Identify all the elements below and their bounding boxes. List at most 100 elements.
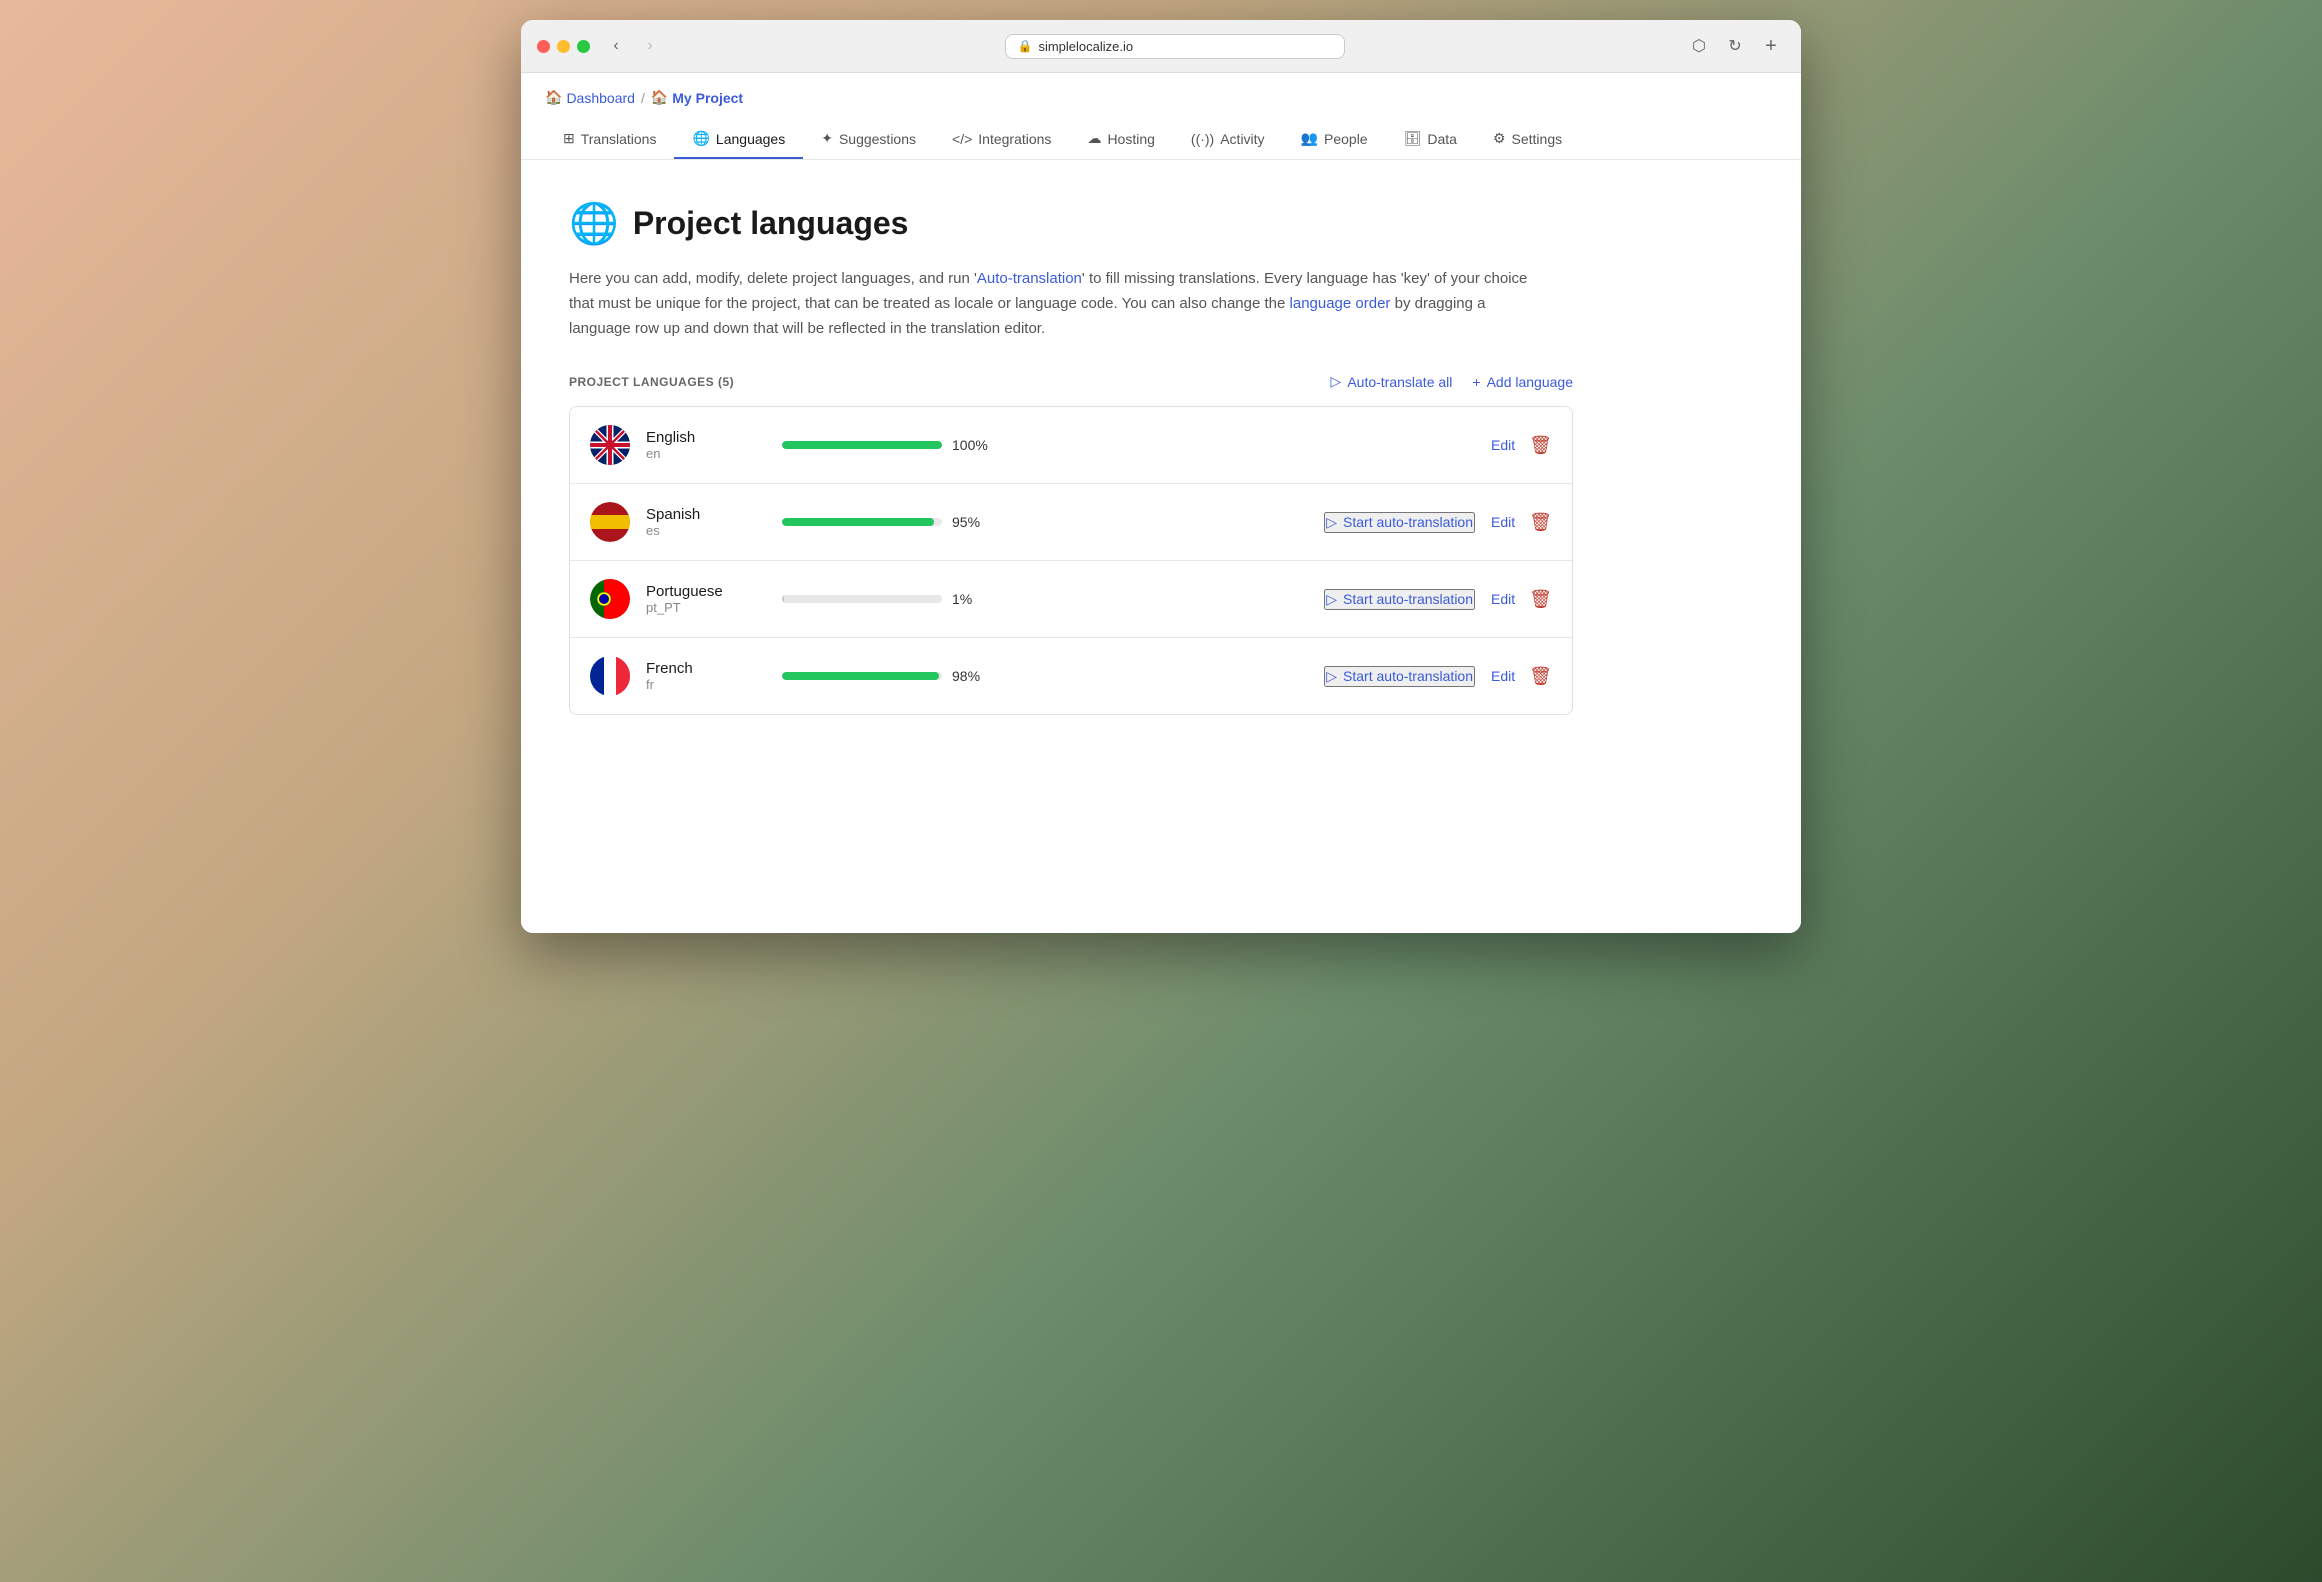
- auto-translate-all-label: Auto-translate all: [1347, 374, 1452, 390]
- progress-area-pt: 1%: [782, 591, 1288, 607]
- section-actions: ▷ Auto-translate all + Add language: [1331, 373, 1573, 390]
- language-code-pt: pt_PT: [646, 600, 766, 615]
- auto-translate-label-es: Start auto-translation: [1343, 514, 1473, 530]
- tab-languages-label: Languages: [716, 131, 785, 147]
- url-bar[interactable]: 🔒 simplelocalize.io: [1005, 34, 1345, 59]
- play-icon: ▷: [1331, 373, 1342, 390]
- progress-fill-en: [782, 441, 942, 449]
- activity-icon: ((·)): [1191, 131, 1214, 147]
- progress-track-fr: [782, 672, 942, 680]
- delete-button-pt[interactable]: 🗑: [1529, 589, 1552, 610]
- traffic-lights: [537, 40, 590, 53]
- page-header-icon: 🌐: [569, 200, 619, 247]
- start-auto-translation-fr[interactable]: ▷ Start auto-translation: [1324, 666, 1475, 687]
- data-icon: 🗄: [1404, 130, 1422, 147]
- progress-area-en: 100%: [782, 437, 1475, 453]
- new-tab-button[interactable]: +: [1757, 32, 1785, 60]
- delete-button-en[interactable]: 🗑: [1529, 435, 1552, 456]
- tab-suggestions[interactable]: ✦ Suggestions: [803, 120, 934, 159]
- start-auto-translation-pt[interactable]: ▷ Start auto-translation: [1324, 589, 1475, 610]
- breadcrumb-home-label: Dashboard: [566, 90, 635, 106]
- hosting-icon: ☁: [1087, 130, 1101, 147]
- play-icon-es: ▷: [1326, 514, 1337, 531]
- add-language-button[interactable]: + Add language: [1472, 374, 1573, 390]
- description-part1: Here you can add, modify, delete project…: [569, 270, 977, 287]
- progress-pct-pt: 1%: [952, 591, 988, 607]
- progress-track-es: [782, 518, 942, 526]
- minimize-button[interactable]: [557, 40, 570, 53]
- tab-suggestions-label: Suggestions: [839, 131, 916, 147]
- home-icon: 🏠: [545, 89, 562, 106]
- progress-track-en: [782, 441, 942, 449]
- breadcrumb-home-link[interactable]: 🏠 Dashboard: [545, 89, 635, 106]
- browser-window: ‹ › 🔒 simplelocalize.io ⬡ ↻ + 🏠 Dashboar…: [521, 20, 1801, 933]
- edit-button-es[interactable]: Edit: [1491, 514, 1515, 530]
- flag-es: [590, 502, 630, 542]
- tab-hosting-label: Hosting: [1107, 131, 1154, 147]
- lock-icon: 🔒: [1018, 39, 1033, 53]
- maximize-button[interactable]: [577, 40, 590, 53]
- language-order-link[interactable]: language order: [1290, 295, 1391, 312]
- breadcrumb-separator: /: [641, 90, 645, 106]
- tab-integrations[interactable]: </> Integrations: [934, 121, 1069, 159]
- tab-translations-label: Translations: [581, 131, 657, 147]
- tab-activity-label: Activity: [1220, 131, 1264, 147]
- language-code-en: en: [646, 446, 766, 461]
- language-code-es: es: [646, 523, 766, 538]
- tab-people[interactable]: 👥 People: [1283, 120, 1386, 159]
- play-icon-fr: ▷: [1326, 668, 1337, 685]
- tab-data[interactable]: 🗄 Data: [1386, 120, 1475, 159]
- page-content: 🏠 Dashboard / 🏠 My Project ⊞ Translation…: [521, 73, 1801, 933]
- tab-activity[interactable]: ((·)) Activity: [1173, 121, 1283, 159]
- top-bar: 🏠 Dashboard / 🏠 My Project ⊞ Translation…: [521, 73, 1801, 160]
- progress-fill-pt: [782, 595, 784, 603]
- language-row: Spanish es 95% ▷ Start auto-translation: [570, 484, 1572, 561]
- flag-fr: [590, 656, 630, 696]
- edit-button-en[interactable]: Edit: [1491, 437, 1515, 453]
- people-icon: 👥: [1301, 130, 1318, 147]
- language-row: English en 100% Edit 🗑: [570, 407, 1572, 484]
- page-description: Here you can add, modify, delete project…: [569, 267, 1549, 341]
- tab-translations[interactable]: ⊞ Translations: [545, 120, 674, 159]
- suggestions-icon: ✦: [821, 130, 833, 147]
- page-title: Project languages: [633, 205, 909, 242]
- language-info-fr: French fr: [646, 660, 766, 692]
- tab-languages[interactable]: 🌐 Languages: [674, 120, 803, 159]
- language-name-en: English: [646, 429, 766, 446]
- tab-settings[interactable]: ⚙ Settings: [1475, 120, 1580, 159]
- url-text: simplelocalize.io: [1038, 39, 1133, 54]
- forward-button[interactable]: ›: [636, 32, 664, 60]
- edit-button-pt[interactable]: Edit: [1491, 591, 1515, 607]
- auto-translate-label-pt: Start auto-translation: [1343, 591, 1473, 607]
- start-auto-translation-es[interactable]: ▷ Start auto-translation: [1324, 512, 1475, 533]
- nav-tabs: ⊞ Translations 🌐 Languages ✦ Suggestions…: [545, 120, 1777, 159]
- back-button[interactable]: ‹: [602, 32, 630, 60]
- browser-chrome: ‹ › 🔒 simplelocalize.io ⬡ ↻ +: [521, 20, 1801, 73]
- progress-fill-es: [782, 518, 934, 526]
- language-name-pt: Portuguese: [646, 583, 766, 600]
- address-bar: 🔒 simplelocalize.io: [676, 34, 1673, 59]
- tab-settings-label: Settings: [1512, 131, 1563, 147]
- delete-button-fr[interactable]: 🗑: [1529, 666, 1552, 687]
- language-name-fr: French: [646, 660, 766, 677]
- nav-buttons: ‹ ›: [602, 32, 664, 60]
- language-info-es: Spanish es: [646, 506, 766, 538]
- row-actions-es: Edit 🗑: [1491, 512, 1552, 533]
- language-row: French fr 98% ▷ Start auto-translation: [570, 638, 1572, 714]
- close-button[interactable]: [537, 40, 550, 53]
- languages-section: PROJECT LANGUAGES (5) ▷ Auto-translate a…: [569, 373, 1573, 715]
- refresh-button[interactable]: ↻: [1721, 32, 1749, 60]
- integrations-icon: </>: [952, 131, 972, 147]
- flag-uk: [590, 425, 630, 465]
- language-info-pt: Portuguese pt_PT: [646, 583, 766, 615]
- row-actions-en: Edit 🗑: [1491, 435, 1552, 456]
- share-button[interactable]: ⬡: [1685, 32, 1713, 60]
- auto-translation-link[interactable]: Auto-translation: [977, 270, 1082, 287]
- delete-button-es[interactable]: 🗑: [1529, 512, 1552, 533]
- edit-button-fr[interactable]: Edit: [1491, 668, 1515, 684]
- settings-icon: ⚙: [1493, 130, 1506, 147]
- play-icon-pt: ▷: [1326, 591, 1337, 608]
- auto-translate-all-button[interactable]: ▷ Auto-translate all: [1331, 373, 1453, 390]
- progress-pct-es: 95%: [952, 514, 988, 530]
- tab-hosting[interactable]: ☁ Hosting: [1069, 120, 1172, 159]
